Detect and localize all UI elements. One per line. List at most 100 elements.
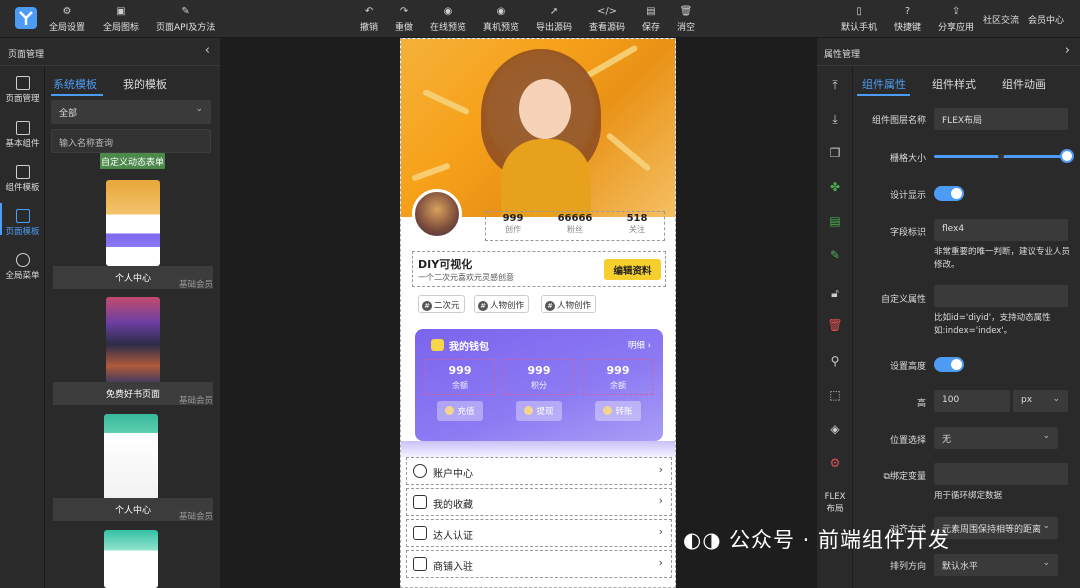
- active-tab-underline: [857, 94, 910, 96]
- withdraw-button[interactable]: 提现: [516, 401, 562, 421]
- grid-size-label: 栅格大小: [889, 154, 926, 164]
- coin-icon: [445, 406, 455, 415]
- position-label: 位置选择: [889, 436, 926, 446]
- position-select[interactable]: 无 ⌄: [934, 427, 1058, 449]
- lock-icon[interactable]: 🔓︎: [826, 286, 844, 302]
- menu-shop-join[interactable]: 商铺入驻 ›: [406, 550, 672, 578]
- field-id-hint: 非常重要的唯一判断，建议专业人员修改。: [934, 247, 1071, 270]
- component-icon[interactable]: ✤: [826, 180, 844, 196]
- rail-page-templates[interactable]: 页面模板: [0, 203, 45, 237]
- delete-icon[interactable]: 🗑︎: [826, 318, 844, 334]
- move-top-icon[interactable]: ⤒: [826, 78, 844, 94]
- rail-global-menu[interactable]: 全局菜单: [0, 253, 45, 281]
- avatar[interactable]: [412, 189, 462, 239]
- rail-component-templates[interactable]: 组件模板: [0, 165, 45, 193]
- redo-button[interactable]: ↷ 重做: [395, 5, 413, 35]
- transfer-button[interactable]: 转账: [595, 401, 641, 421]
- template-thumbnail[interactable]: [104, 414, 158, 500]
- template-tag: 基础会员: [178, 396, 213, 406]
- coin-icon: [603, 406, 613, 415]
- tab-component-style[interactable]: 组件样式: [932, 76, 976, 92]
- property-tabs: 组件属性 组件样式 组件动画: [853, 68, 1080, 96]
- set-height-toggle[interactable]: [934, 357, 964, 372]
- flex-layout-label: FLEX 布局: [824, 492, 846, 514]
- template-search-input[interactable]: 输入名称查询: [51, 129, 211, 153]
- view-source-button[interactable]: </> 查看源码: [589, 5, 625, 35]
- global-settings-button[interactable]: ⚙ 全局设置: [49, 5, 85, 35]
- right-panel-title: 属性管理: [824, 50, 861, 60]
- recharge-button[interactable]: 充值: [437, 401, 483, 421]
- menu-favorites[interactable]: 我的收藏 ›: [406, 488, 672, 516]
- eye-icon: ◉: [443, 6, 453, 17]
- save-button[interactable]: ▤ 保存: [642, 5, 660, 35]
- menu-account-center[interactable]: 账户中心 ›: [406, 457, 672, 485]
- select-area-icon[interactable]: ⬚: [826, 388, 844, 404]
- profile-stats: 999 创作 66666 粉丝 518 关注: [485, 211, 665, 241]
- profile-tag[interactable]: # 二次元: [418, 295, 465, 313]
- wallet-detail-link[interactable]: 明细 ›: [628, 339, 651, 351]
- expand-right-icon[interactable]: ›: [1065, 43, 1070, 58]
- height-unit-select[interactable]: px ⌄: [1013, 390, 1068, 412]
- template-thumbnail[interactable]: [106, 180, 160, 266]
- link-icon[interactable]: ⚲: [826, 354, 844, 370]
- template-filter-select[interactable]: 全部 ⌄: [51, 100, 211, 124]
- stat-item[interactable]: 66666 粉丝: [550, 213, 600, 235]
- shortcuts-button[interactable]: ? 快捷键: [894, 5, 921, 35]
- copy-icon[interactable]: ❐: [826, 146, 844, 162]
- template-thumbnail[interactable]: [106, 297, 160, 383]
- rail-page-management[interactable]: 页面管理: [0, 76, 45, 104]
- document-icon[interactable]: ▤: [826, 214, 844, 230]
- height-label: 高: [916, 399, 926, 409]
- shop-icon: [413, 557, 427, 571]
- direction-select[interactable]: 默认水平 ⌄: [934, 554, 1058, 576]
- save-icon: ▤: [646, 6, 656, 17]
- export-source-button[interactable]: ➚ 导出源码: [536, 5, 572, 35]
- grid-size-slider-handle[interactable]: [1060, 149, 1074, 163]
- custom-attr-hint: 比如id='diyid'，支持动态属性如:index='index'。: [934, 313, 1051, 336]
- chevron-right-icon: ›: [658, 525, 663, 538]
- tab-system-templates[interactable]: 系统模板: [53, 76, 97, 92]
- device-preview-button[interactable]: ◉ 真机预览: [483, 5, 519, 35]
- template-thumbnail[interactable]: [104, 530, 158, 588]
- menu-verification[interactable]: 达人认证 ›: [406, 519, 672, 547]
- field-id-input[interactable]: flex4: [934, 219, 1068, 241]
- align-select[interactable]: 元素周围保持相等的距离 ⌄: [934, 517, 1058, 539]
- tab-component-props[interactable]: 组件属性: [862, 76, 906, 92]
- undo-button[interactable]: ↶ 撤销: [360, 5, 378, 35]
- custom-attr-label: 自定义属性: [880, 295, 926, 305]
- stat-item[interactable]: 518 关注: [612, 213, 662, 235]
- share-app-button[interactable]: ⇪ 分享应用: [938, 5, 974, 35]
- tab-component-animation[interactable]: 组件动画: [1002, 76, 1046, 92]
- wallet-stat: 999 积分: [504, 359, 574, 395]
- wallet-stat: 999 余额: [425, 359, 495, 395]
- trash-icon: 🗑: [679, 6, 693, 17]
- collapse-left-icon[interactable]: ‹: [205, 43, 210, 58]
- custom-attr-input[interactable]: [934, 285, 1068, 307]
- global-icons-button[interactable]: ▣ 全局图标: [103, 5, 139, 35]
- bind-var-input[interactable]: [934, 463, 1068, 485]
- page-api-button[interactable]: ✎ 页面API及方法: [156, 5, 215, 35]
- move-bottom-icon[interactable]: ⤓: [826, 112, 844, 128]
- profile-tag[interactable]: # 人物创作: [541, 295, 597, 313]
- direction-label: 排列方向: [889, 562, 926, 572]
- template-icon: [15, 165, 30, 179]
- layer-name-input[interactable]: FLEX布局: [934, 108, 1068, 130]
- app-logo-icon: [15, 7, 37, 29]
- set-height-label: 设置高度: [889, 362, 926, 372]
- profile-tag[interactable]: # 人物创作: [474, 295, 530, 313]
- rail-basic-components[interactable]: 基本组件: [0, 121, 45, 149]
- edit-profile-button[interactable]: 编辑资料: [604, 259, 661, 280]
- clear-button[interactable]: 🗑 消空: [677, 5, 695, 35]
- online-preview-button[interactable]: ◉ 在线预览: [430, 5, 466, 35]
- layers-icon[interactable]: ◈: [826, 422, 844, 438]
- design-show-toggle[interactable]: [934, 186, 964, 201]
- tab-my-templates[interactable]: 我的模板: [123, 76, 167, 92]
- custom-form-chip[interactable]: 自定义动态表单: [100, 153, 165, 169]
- image-icon: ▣: [116, 6, 126, 17]
- gear-icon[interactable]: ⚙: [826, 456, 844, 472]
- default-phone-button[interactable]: ▯ 默认手机: [841, 5, 877, 35]
- height-input[interactable]: 100: [934, 390, 1010, 412]
- stat-item[interactable]: 999 创作: [488, 213, 538, 235]
- wechat-logo-icon: ◐◑: [683, 528, 722, 552]
- edit-doc-icon[interactable]: ✎: [826, 248, 844, 264]
